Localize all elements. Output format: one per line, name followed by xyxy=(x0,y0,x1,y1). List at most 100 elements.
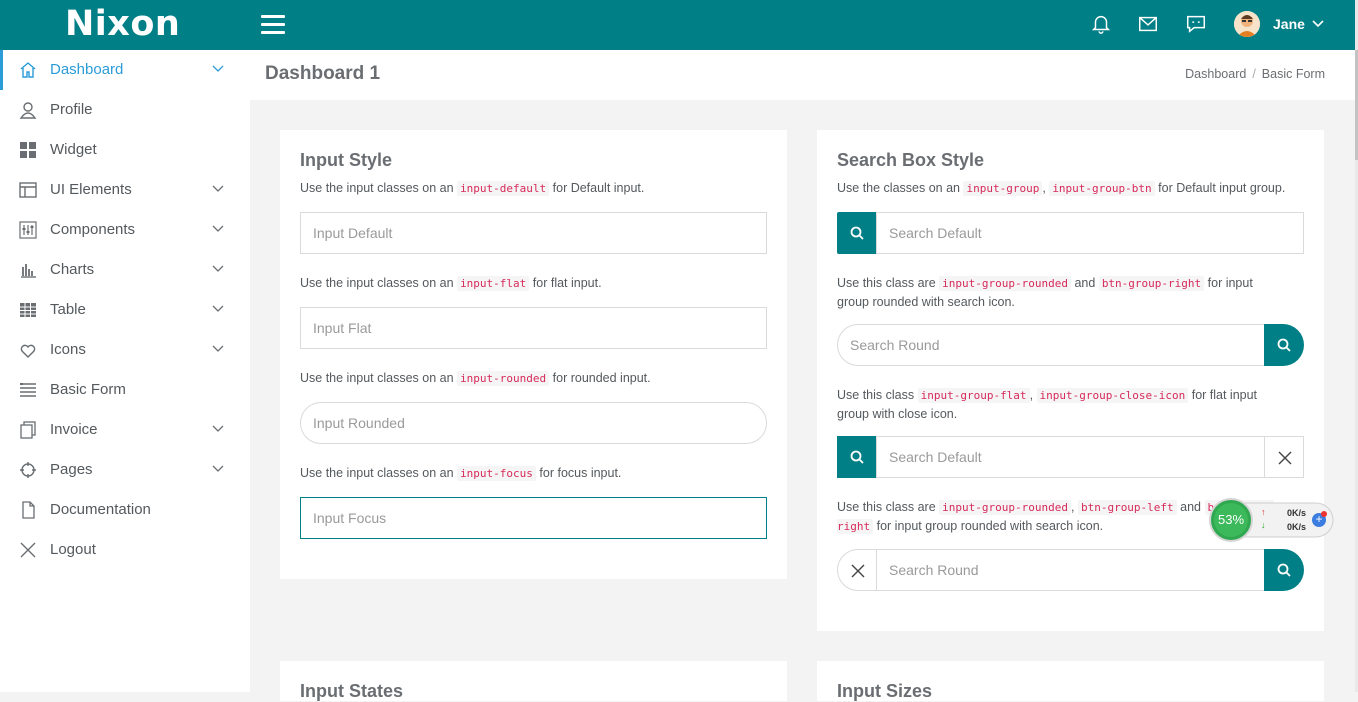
description-flat: Use the input classes on an input-flat f… xyxy=(300,276,602,291)
input-focus-field[interactable]: Input Focus xyxy=(300,497,767,539)
clear-button[interactable] xyxy=(1264,436,1304,478)
search-button[interactable] xyxy=(837,436,877,478)
search-flat-close-group: Search Default xyxy=(837,436,1304,478)
chevron-down-icon[interactable] xyxy=(212,345,224,353)
crosshair-icon xyxy=(20,462,36,478)
clear-button[interactable] xyxy=(837,549,877,591)
search-round-input[interactable]: Search Round xyxy=(876,549,1265,591)
sidebar-item-basic-form[interactable]: Basic Form xyxy=(0,370,250,410)
input-states-card: Input States xyxy=(280,661,787,701)
close-icon xyxy=(1278,451,1292,465)
table-icon xyxy=(20,303,36,317)
bar-chart-icon xyxy=(21,264,36,278)
search-default-group: Search Default xyxy=(837,212,1304,254)
sidebar-item-label: Logout xyxy=(50,541,96,558)
input-style-card: Input Style Use the input classes on an … xyxy=(280,130,787,579)
search-icon xyxy=(850,450,864,464)
description-rounded-right: Use this class are input-group-rounded a… xyxy=(837,276,1253,309)
input-default-field[interactable]: Input Default xyxy=(300,212,767,254)
input-rounded-field[interactable]: Input Rounded xyxy=(300,402,767,444)
sidebar-item-profile[interactable]: Profile xyxy=(0,90,250,130)
description-default-group: Use the classes on an input-group, input… xyxy=(837,181,1286,196)
user-avatar[interactable] xyxy=(1234,11,1260,37)
sidebar-item-label: Pages xyxy=(50,461,93,478)
sidebar-item-label: Table xyxy=(50,301,86,318)
sidebar-item-charts[interactable]: Charts xyxy=(0,250,250,290)
description-flat-close: Use this class input-group-flat, input-g… xyxy=(837,388,1258,421)
sidebar-item-label: Basic Form xyxy=(50,381,126,398)
input-flat-field[interactable]: Input Flat xyxy=(300,307,767,349)
search-button[interactable] xyxy=(1264,549,1304,591)
brand-logo[interactable]: Nixon xyxy=(65,4,180,44)
home-icon xyxy=(20,62,36,78)
download-speed: 0K/s xyxy=(1287,522,1307,532)
network-speed-widget[interactable]: 53% ↑ ↓ 0K/s 0K/s + xyxy=(1207,498,1335,542)
bell-icon[interactable] xyxy=(1090,13,1112,35)
grid-icon xyxy=(20,142,36,158)
chevron-down-icon[interactable] xyxy=(212,65,224,73)
search-icon xyxy=(850,226,864,240)
search-round-both-group: Search Round xyxy=(837,549,1304,591)
user-name[interactable]: Jane xyxy=(1273,16,1305,32)
chevron-down-icon[interactable] xyxy=(212,465,224,473)
sidebar-item-dashboard[interactable]: Dashboard xyxy=(0,50,250,90)
chevron-down-icon[interactable] xyxy=(212,265,224,273)
card-title: Input Style xyxy=(300,150,393,170)
search-button[interactable] xyxy=(1264,324,1304,366)
sidebar-item-table[interactable]: Table xyxy=(0,290,250,330)
input-sizes-card: Input Sizes xyxy=(817,661,1324,701)
mail-icon[interactable] xyxy=(1137,13,1159,35)
chevron-down-icon[interactable] xyxy=(212,185,224,193)
top-navbar: Nixon Jane xyxy=(0,0,1355,50)
sliders-icon xyxy=(19,221,37,239)
description-focus: Use the input classes on an input-focus … xyxy=(300,466,622,481)
search-default-input[interactable]: Search Default xyxy=(876,212,1304,254)
search-round-input[interactable]: Search Round xyxy=(837,324,1265,366)
upload-arrow-icon: ↑ xyxy=(1261,507,1266,517)
upload-speed: 0K/s xyxy=(1287,508,1307,518)
sidebar-item-icons[interactable]: Icons xyxy=(0,330,250,370)
layout-icon xyxy=(19,182,37,198)
breadcrumb: Dashboard / Basic Form xyxy=(1185,67,1325,81)
chevron-down-icon[interactable] xyxy=(212,425,224,433)
close-icon xyxy=(851,564,865,578)
sidebar-item-components[interactable]: Components xyxy=(0,210,250,250)
sidebar-item-label: Invoice xyxy=(50,421,98,438)
breadcrumb-link-dashboard[interactable]: Dashboard xyxy=(1185,67,1246,81)
page-title: Dashboard 1 xyxy=(265,63,381,84)
search-icon xyxy=(1277,563,1291,577)
close-icon xyxy=(20,542,36,558)
sidebar-item-ui-elements[interactable]: UI Elements xyxy=(0,170,250,210)
search-button[interactable] xyxy=(837,212,877,254)
sidebar-item-label: Components xyxy=(50,221,136,238)
breadcrumb-current: Basic Form xyxy=(1261,67,1325,81)
sidebar-item-pages[interactable]: Pages xyxy=(0,450,250,490)
search-icon xyxy=(1277,338,1291,352)
sidebar-item-label: UI Elements xyxy=(50,181,132,198)
sidebar-item-label: Charts xyxy=(50,261,95,278)
sidebar-item-invoice[interactable]: Invoice xyxy=(0,410,250,450)
sidebar-item-widget[interactable]: Widget xyxy=(0,130,250,170)
download-arrow-icon: ↓ xyxy=(1261,520,1266,530)
chevron-down-icon[interactable] xyxy=(212,225,224,233)
sidebar: Dashboard Profile Widget UI Elements Compone… xyxy=(0,50,250,692)
description-default: Use the input classes on an input-defaul… xyxy=(300,181,645,196)
sidebar-item-label: Documentation xyxy=(50,501,151,518)
sidebar-item-label: Icons xyxy=(50,341,86,358)
chat-icon[interactable] xyxy=(1185,13,1207,35)
copy-icon xyxy=(20,421,36,439)
card-title: Search Box Style xyxy=(837,150,985,170)
chevron-down-icon[interactable] xyxy=(1312,20,1324,28)
heart-icon xyxy=(20,344,36,358)
sidebar-item-documentation[interactable]: Documentation xyxy=(0,490,250,530)
file-icon xyxy=(22,501,35,519)
sidebar-item-label: Dashboard xyxy=(50,61,124,78)
form-icon xyxy=(20,383,36,397)
sidebar-item-logout[interactable]: Logout xyxy=(0,530,250,570)
sidebar-item-label: Widget xyxy=(50,141,97,158)
chevron-down-icon[interactable] xyxy=(212,305,224,313)
search-box-style-card: Search Box Style Use the classes on an i… xyxy=(817,130,1324,631)
search-default-input[interactable]: Search Default xyxy=(876,436,1265,478)
menu-toggle-button[interactable] xyxy=(261,15,285,35)
sidebar-item-label: Profile xyxy=(50,101,93,118)
